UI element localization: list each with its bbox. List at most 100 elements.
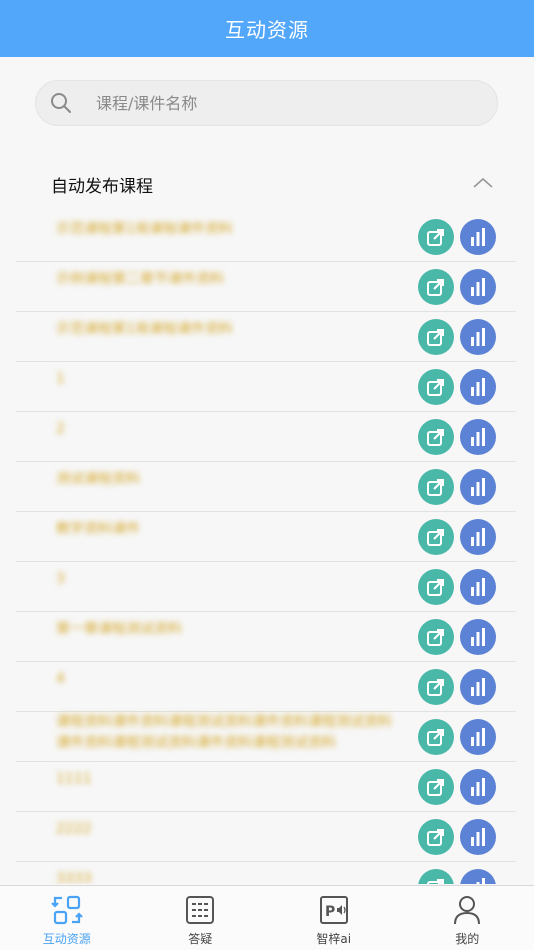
share-icon <box>425 276 447 298</box>
course-name: 3333 <box>56 872 92 884</box>
tab-ai[interactable]: P 智梓ai <box>267 886 401 950</box>
list-item[interactable]: 示例课程第二章节课件资料 <box>16 262 516 312</box>
stats-button[interactable] <box>460 669 496 705</box>
stats-button[interactable] <box>460 769 496 805</box>
tab-label: 答疑 <box>188 932 213 946</box>
share-icon <box>425 376 447 398</box>
share-button[interactable] <box>418 869 454 884</box>
bar-chart-icon <box>467 276 489 298</box>
section-title: 自动发布课程 <box>51 177 153 197</box>
stats-button[interactable] <box>460 819 496 855</box>
share-icon <box>425 776 447 798</box>
share-button[interactable] <box>418 469 454 505</box>
bar-chart-icon <box>467 776 489 798</box>
share-button[interactable] <box>418 819 454 855</box>
tab-qa[interactable]: 答疑 <box>134 886 268 950</box>
course-name: 4 <box>56 672 65 687</box>
bar-chart-icon <box>467 826 489 848</box>
bar-chart-icon <box>467 876 489 884</box>
stats-button[interactable] <box>460 619 496 655</box>
share-icon <box>425 226 447 248</box>
list-item[interactable]: 示范课程第1周课程课件资料 <box>16 312 516 362</box>
list-item[interactable]: 3333 <box>16 862 516 884</box>
share-icon <box>425 526 447 548</box>
list-item[interactable]: 2222 <box>16 812 516 862</box>
share-button[interactable] <box>418 319 454 355</box>
share-icon <box>425 726 447 748</box>
tab-label: 互动资源 <box>42 932 91 946</box>
share-icon <box>425 676 447 698</box>
list-item[interactable]: 第一章课程测试资料 <box>16 612 516 662</box>
share-icon <box>425 826 447 848</box>
stats-button[interactable] <box>460 369 496 405</box>
course-name: 示例课程第二章节课件资料 <box>56 272 224 287</box>
course-name: 3 <box>56 572 65 587</box>
share-button[interactable] <box>418 769 454 805</box>
share-button[interactable] <box>418 369 454 405</box>
course-name: 教学资料课件 <box>56 522 140 537</box>
course-name: 2 <box>56 422 65 437</box>
stats-button[interactable] <box>460 219 496 255</box>
list-item[interactable]: 示范课程第1周课程课件资料 <box>16 212 516 262</box>
stats-button[interactable] <box>460 269 496 305</box>
share-icon <box>425 326 447 348</box>
bar-chart-icon <box>467 376 489 398</box>
share-icon <box>425 426 447 448</box>
list-item[interactable]: 3 <box>16 562 516 612</box>
share-button[interactable] <box>418 569 454 605</box>
course-name: 2222 <box>56 822 92 837</box>
bar-chart-icon <box>467 326 489 348</box>
stats-button[interactable] <box>460 719 496 755</box>
chevron-up-icon[interactable] <box>470 170 496 196</box>
list-item[interactable]: 教学资料课件 <box>16 512 516 562</box>
page-title: 互动资源 <box>225 18 309 42</box>
stats-button[interactable] <box>460 469 496 505</box>
stats-button[interactable] <box>460 569 496 605</box>
course-list: 示范课程第1周课程课件资料 示例课程第二章节课件资料 示范课程第1周课程课件资料 1 2… <box>16 212 516 884</box>
share-button[interactable] <box>418 419 454 455</box>
share-button[interactable] <box>418 219 454 255</box>
ppt-ai-icon: P <box>319 896 348 924</box>
share-button[interactable] <box>418 269 454 305</box>
share-button[interactable] <box>418 619 454 655</box>
list-item[interactable]: 1111 <box>16 762 516 812</box>
share-icon <box>425 876 447 884</box>
stats-button[interactable] <box>460 519 496 555</box>
share-button[interactable] <box>418 719 454 755</box>
course-name: 测试课程资料 <box>56 472 140 487</box>
bottom-tab-bar: 互动资源 答疑 P 智梓ai 我的 <box>0 885 534 950</box>
list-item[interactable]: 2 <box>16 412 516 462</box>
interactive-resources-icon <box>50 895 83 925</box>
share-icon <box>425 576 447 598</box>
course-name: 第一章课程测试资料 <box>56 622 182 637</box>
stats-button[interactable] <box>460 869 496 884</box>
course-name: 1111 <box>56 772 92 787</box>
course-name: 课程资料课件资料课程测试资料课件资料课程测试资料课件资料课程测试资料课件资料课程… <box>56 714 392 751</box>
bar-chart-icon <box>467 476 489 498</box>
list-item[interactable]: 1 <box>16 362 516 412</box>
tab-mine[interactable]: 我的 <box>401 886 534 950</box>
search-bar[interactable] <box>35 80 498 126</box>
share-icon <box>425 626 447 648</box>
bar-chart-icon <box>467 676 489 698</box>
share-icon <box>425 476 447 498</box>
search-input[interactable] <box>96 93 456 113</box>
profile-icon <box>454 896 481 925</box>
tab-label: 我的 <box>455 932 480 946</box>
list-item[interactable]: 测试课程资料 <box>16 462 516 512</box>
bar-chart-icon <box>467 726 489 748</box>
list-item[interactable]: 4 <box>16 662 516 712</box>
share-button[interactable] <box>418 519 454 555</box>
stats-button[interactable] <box>460 319 496 355</box>
list-item[interactable]: 课程资料课件资料课程测试资料课件资料课程测试资料课件资料课程测试资料课件资料课程… <box>16 712 516 762</box>
qa-grid-icon <box>186 896 215 924</box>
bar-chart-icon <box>467 626 489 648</box>
bar-chart-icon <box>467 526 489 548</box>
search-icon <box>51 93 71 113</box>
course-name: 示范课程第1周课程课件资料 <box>56 222 233 237</box>
section-header[interactable]: 自动发布课程 <box>0 160 534 206</box>
svg-text:P: P <box>325 904 335 920</box>
tab-interactive-resources[interactable]: 互动资源 <box>0 886 134 950</box>
stats-button[interactable] <box>460 419 496 455</box>
share-button[interactable] <box>418 669 454 705</box>
